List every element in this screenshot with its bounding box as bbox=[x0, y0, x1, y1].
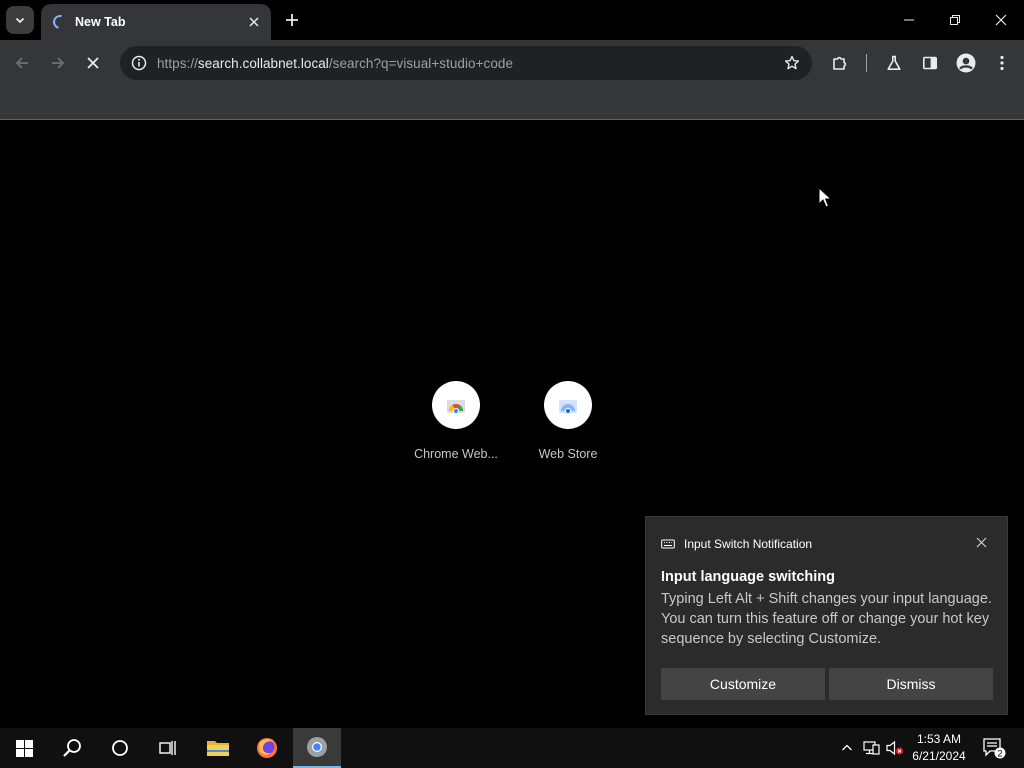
labs-button[interactable] bbox=[880, 49, 908, 77]
minimize-icon bbox=[904, 19, 914, 21]
url-path: /search?q=visual+studio+code bbox=[328, 55, 514, 71]
restore-button[interactable] bbox=[932, 0, 978, 40]
notification-center-icon: 2 bbox=[983, 738, 1006, 759]
screen: New Tab https://search.collabnet.local/s… bbox=[0, 0, 1024, 768]
forward-button[interactable] bbox=[44, 49, 72, 77]
dismiss-button[interactable]: Dismiss bbox=[829, 668, 993, 700]
shortcut-favicon bbox=[544, 381, 592, 429]
restore-icon bbox=[950, 15, 960, 25]
task-view-button[interactable] bbox=[144, 728, 192, 768]
tab-search-button[interactable] bbox=[6, 6, 34, 34]
bookmark-star-button[interactable] bbox=[782, 53, 802, 73]
close-icon bbox=[87, 57, 99, 69]
network-icon bbox=[863, 741, 880, 755]
address-bar[interactable]: https://search.collabnet.local/search?q=… bbox=[120, 46, 812, 80]
profile-button[interactable] bbox=[952, 49, 980, 77]
shortcut-label: Chrome Web... bbox=[414, 447, 498, 461]
firefox-button[interactable] bbox=[243, 728, 291, 768]
more-vertical-icon bbox=[1000, 55, 1004, 71]
shortcut-web-store[interactable]: Web Store bbox=[512, 381, 624, 461]
windows-logo-icon bbox=[15, 739, 33, 757]
url-scheme: https:// bbox=[157, 55, 198, 71]
address-url[interactable]: https://search.collabnet.local/search?q=… bbox=[157, 56, 513, 71]
arrow-left-icon bbox=[15, 57, 28, 69]
web-store-icon bbox=[559, 400, 577, 415]
flask-icon bbox=[887, 55, 901, 70]
minimize-button[interactable] bbox=[886, 0, 932, 40]
shortcut-chrome-web-store[interactable]: Chrome Web... bbox=[400, 381, 512, 461]
info-icon bbox=[131, 55, 147, 71]
taskbar-clock[interactable]: 1:53 AM 6/21/2024 bbox=[908, 731, 970, 765]
puzzle-icon bbox=[833, 56, 847, 70]
close-icon bbox=[995, 14, 1007, 26]
action-center-button[interactable]: 2 bbox=[978, 728, 1010, 768]
chrome-taskbar-button[interactable] bbox=[293, 728, 341, 768]
plus-icon bbox=[286, 14, 298, 26]
keyboard-icon bbox=[661, 539, 675, 549]
tab-new-tab[interactable]: New Tab bbox=[41, 4, 271, 40]
chevron-down-icon bbox=[15, 17, 25, 24]
stop-loading-button[interactable] bbox=[79, 49, 107, 77]
notification-header: Input Switch Notification bbox=[661, 537, 812, 551]
customize-button[interactable]: Customize bbox=[661, 668, 825, 700]
notification-app-name: Input Switch Notification bbox=[684, 537, 813, 551]
back-button[interactable] bbox=[8, 49, 36, 77]
shortcut-favicon bbox=[432, 381, 480, 429]
notification-body: Typing Left Alt + Shift changes your inp… bbox=[661, 591, 992, 647]
toolbar-divider bbox=[866, 54, 867, 72]
url-host: search.collabnet.local bbox=[197, 55, 329, 71]
chrome-web-store-icon bbox=[447, 400, 465, 415]
new-tab-button[interactable] bbox=[280, 8, 304, 32]
side-panel-button[interactable] bbox=[916, 49, 944, 77]
avatar-icon bbox=[956, 53, 976, 73]
site-info-button[interactable] bbox=[122, 46, 156, 80]
search-button[interactable] bbox=[48, 728, 96, 768]
firefox-icon bbox=[257, 738, 277, 758]
volume-muted-icon bbox=[886, 740, 904, 756]
notification-title: Input language switching bbox=[661, 569, 835, 585]
arrow-right-icon bbox=[52, 57, 65, 69]
task-view-icon bbox=[159, 741, 176, 755]
mouse-cursor-icon bbox=[818, 187, 832, 208]
network-button[interactable] bbox=[860, 728, 882, 768]
bookmarks-bar bbox=[0, 86, 1024, 120]
browser-toolbar: https://search.collabnet.local/search?q=… bbox=[0, 40, 1024, 86]
cortana-button[interactable] bbox=[96, 728, 144, 768]
extensions-button[interactable] bbox=[826, 49, 854, 77]
loading-spinner-icon bbox=[50, 12, 70, 32]
cortana-circle-icon bbox=[112, 740, 128, 756]
shortcut-label: Web Store bbox=[538, 447, 598, 461]
volume-button[interactable] bbox=[884, 728, 906, 768]
search-icon bbox=[63, 739, 81, 757]
chrome-icon bbox=[307, 737, 327, 757]
menu-button[interactable] bbox=[988, 49, 1016, 77]
tab-title: New Tab bbox=[75, 15, 126, 29]
star-icon bbox=[784, 55, 800, 70]
clock-time: 1:53 AM bbox=[916, 732, 962, 746]
show-hidden-icons-button[interactable] bbox=[836, 728, 858, 768]
close-window-button[interactable] bbox=[978, 0, 1024, 40]
chevron-up-icon bbox=[842, 744, 852, 751]
close-icon bbox=[976, 537, 986, 547]
file-explorer-button[interactable] bbox=[194, 728, 242, 768]
tab-close-button[interactable] bbox=[245, 13, 263, 31]
clock-date: 6/21/2024 bbox=[912, 749, 966, 763]
folder-icon bbox=[207, 741, 229, 756]
start-button[interactable] bbox=[0, 728, 48, 768]
input-switch-notification: Input Switch Notification Input language… bbox=[645, 516, 1008, 715]
side-panel-icon bbox=[922, 56, 937, 70]
notification-count-badge: 2 bbox=[997, 749, 1002, 759]
close-icon bbox=[249, 17, 259, 27]
tab-strip: New Tab bbox=[0, 0, 1024, 40]
notification-close-button[interactable] bbox=[973, 534, 989, 550]
taskbar: 1:53 AM 6/21/2024 2 bbox=[0, 728, 1024, 768]
